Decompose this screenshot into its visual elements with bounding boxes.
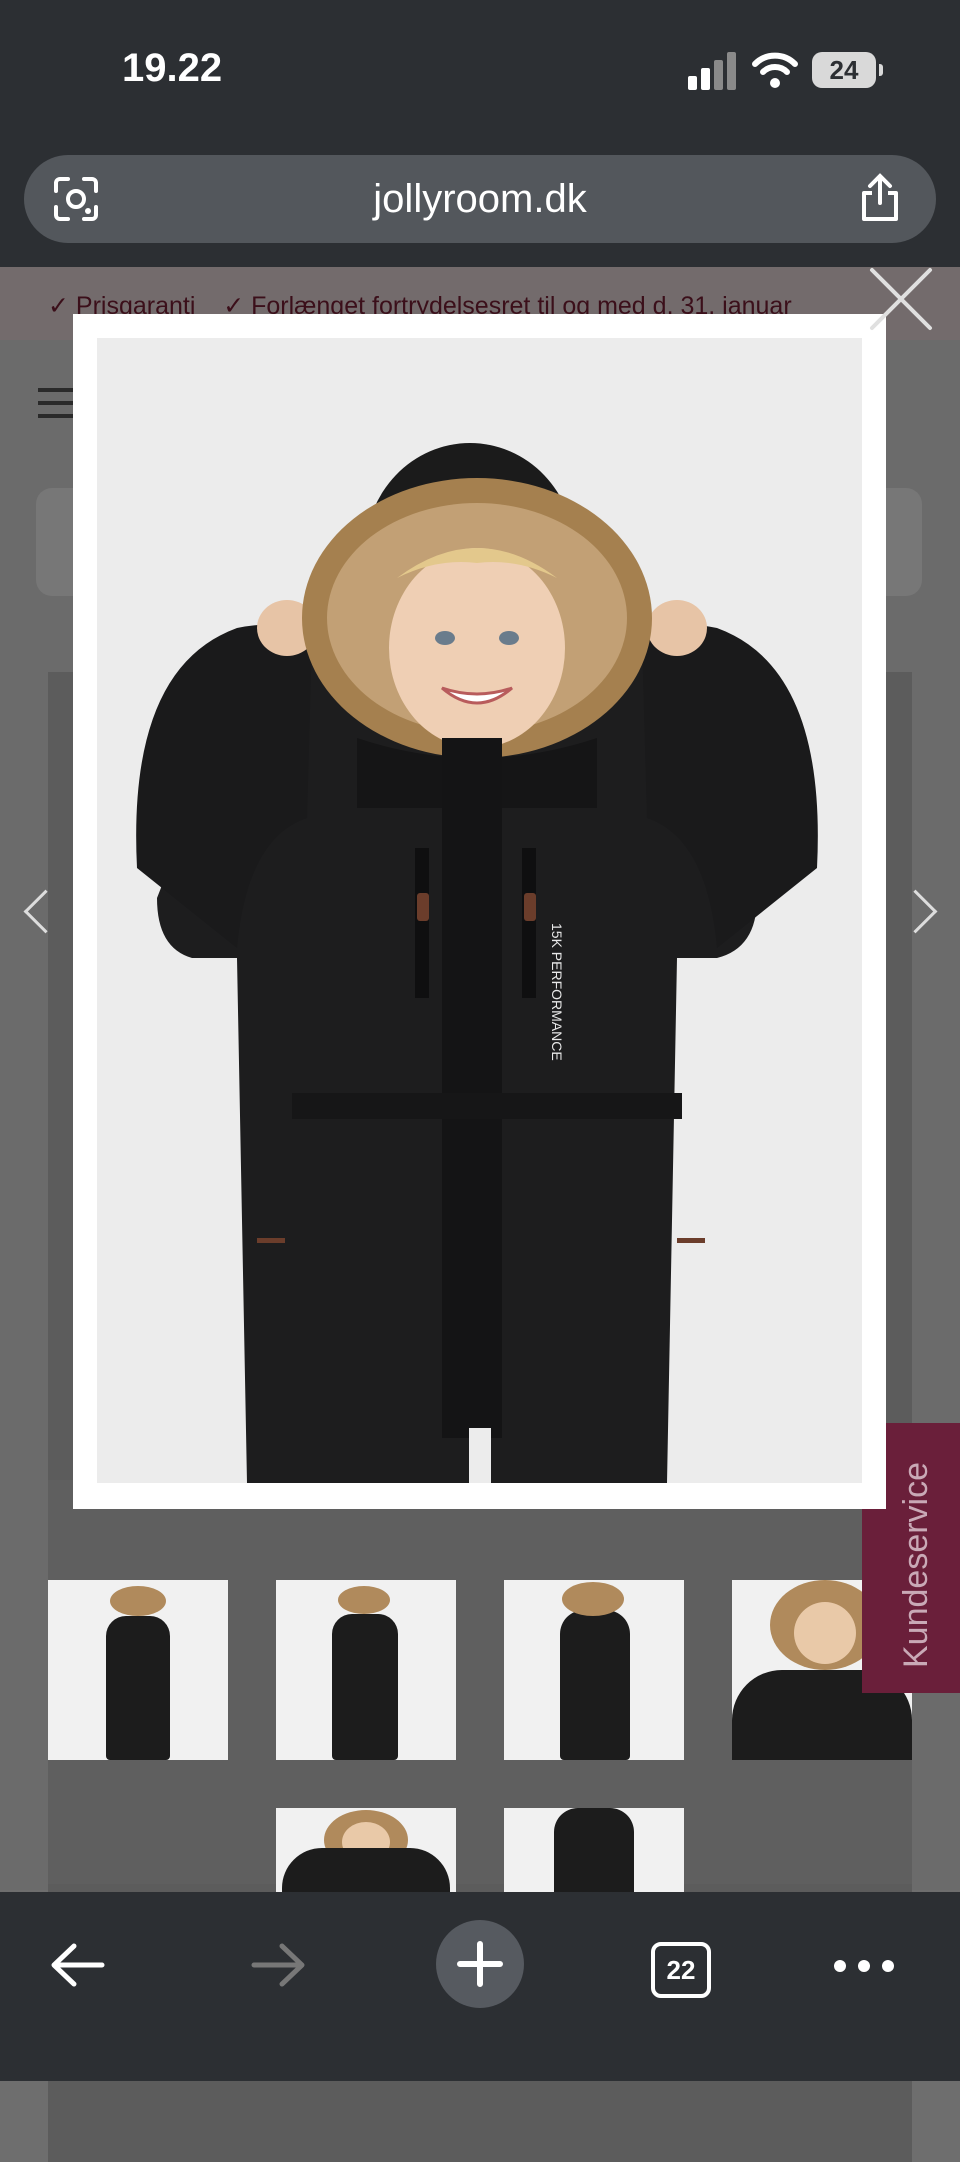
child-in-snowsuit-image: 15K PERFORMANCE — [97, 338, 862, 1483]
product-photo: 15K PERFORMANCE — [97, 338, 862, 1483]
wifi-icon — [752, 52, 798, 88]
back-arrow-icon[interactable] — [50, 1942, 106, 1988]
close-icon[interactable] — [866, 264, 936, 334]
product-thumbnail[interactable] — [48, 1580, 228, 1760]
brand-print: 15K PERFORMANCE — [549, 923, 565, 1061]
address-bar[interactable]: jollyroom.dk — [24, 155, 936, 243]
new-tab-button[interactable] — [436, 1920, 524, 2008]
image-lightbox: 15K PERFORMANCE — [73, 314, 886, 1509]
url-text: jollyroom.dk — [373, 177, 587, 221]
status-bar: 19.22 24 — [0, 0, 960, 145]
share-icon[interactable] — [858, 173, 902, 223]
customer-service-label: Kundeservice — [897, 1461, 935, 1668]
product-thumbnail[interactable] — [504, 1808, 684, 1892]
battery-icon: 24 — [812, 52, 883, 88]
forward-arrow-icon[interactable] — [250, 1942, 306, 1988]
more-dots-icon[interactable] — [834, 1960, 894, 1974]
cellular-signal-icon — [688, 50, 738, 90]
tabs-button[interactable]: 22 — [651, 1942, 711, 1998]
product-thumbnail[interactable] — [276, 1808, 456, 1892]
product-thumbnail[interactable] — [504, 1580, 684, 1760]
plus-icon — [457, 1941, 503, 1987]
checkmark-icon: ✓ — [48, 292, 69, 320]
browser-address-area: jollyroom.dk — [0, 145, 960, 267]
status-time: 19.22 — [122, 46, 223, 90]
product-thumbnail[interactable] — [276, 1580, 456, 1760]
browser-toolbar: 22 — [0, 1892, 960, 2081]
menu-icon[interactable] — [38, 388, 76, 427]
